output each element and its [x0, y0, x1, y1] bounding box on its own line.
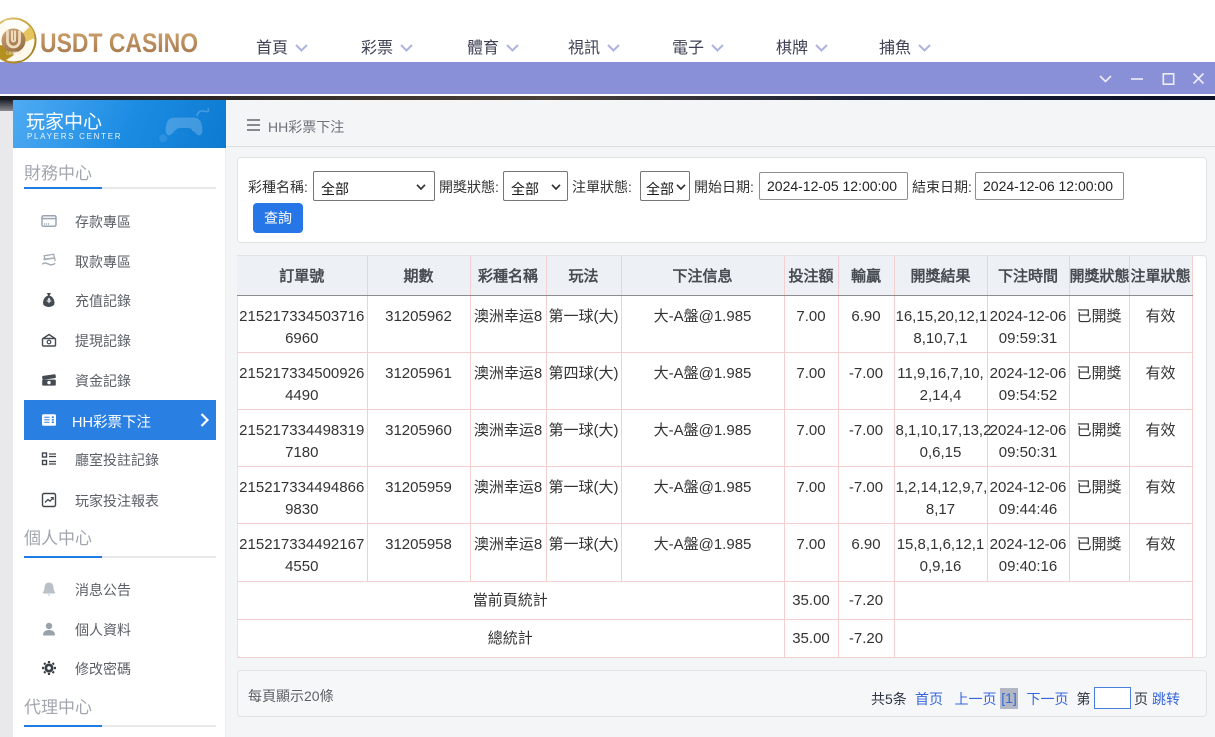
svg-text:casino: casino	[6, 51, 21, 57]
